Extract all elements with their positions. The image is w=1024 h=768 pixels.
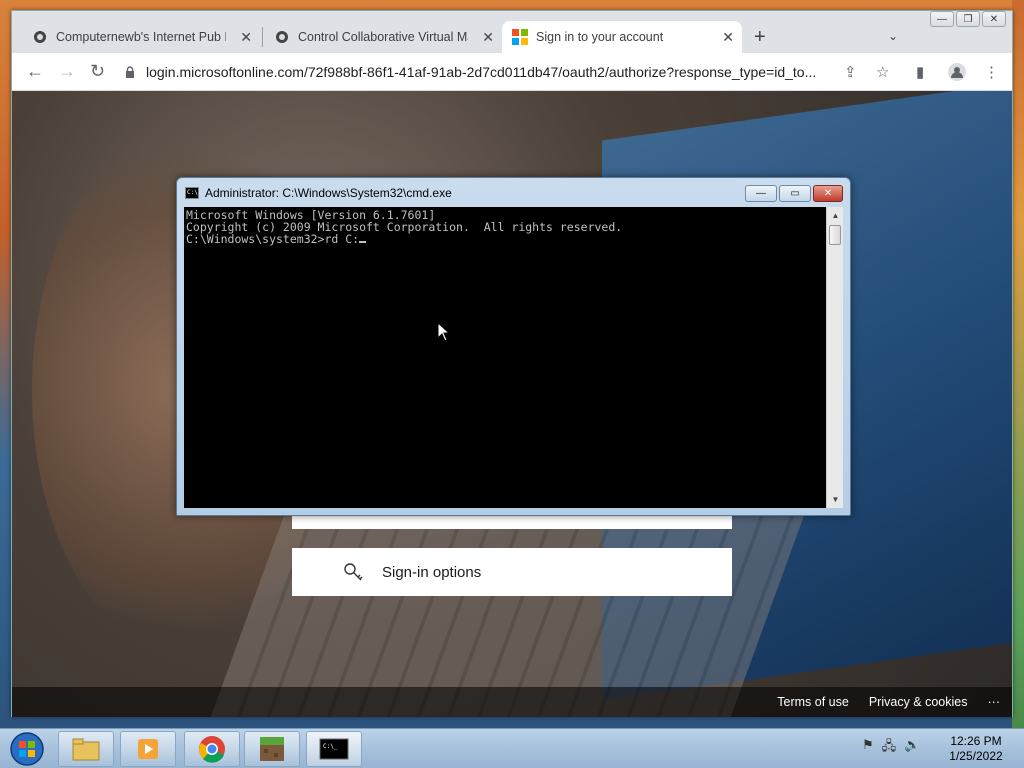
privacy-cookies-link[interactable]: Privacy & cookies bbox=[869, 695, 968, 709]
page-footer: Terms of use Privacy & cookies ··· bbox=[12, 687, 1012, 717]
address-bar[interactable]: login.microsoftonline.com/72f988bf-86f1-… bbox=[124, 58, 844, 86]
tab-title: Computernewb's Internet Pub Hub bbox=[56, 30, 226, 44]
windows-taskbar: C:\_ ⚑ 🖧 🔈 12:26 PM 1/25/2022 bbox=[0, 728, 1024, 768]
system-tray: ⚑ 🖧 🔈 bbox=[862, 737, 920, 759]
more-options-icon[interactable]: ··· bbox=[988, 695, 1001, 709]
tab-close-icon[interactable]: ✕ bbox=[482, 29, 494, 46]
maximize-button[interactable]: ❐ bbox=[956, 11, 980, 27]
tab-strip: Computernewb's Internet Pub Hub ✕ Contro… bbox=[12, 11, 1012, 53]
mouse-pointer-icon bbox=[437, 322, 451, 342]
text-cursor bbox=[359, 241, 367, 243]
network-icon[interactable]: 🖧 bbox=[882, 737, 897, 759]
minimize-button[interactable]: — bbox=[930, 11, 954, 27]
console-output[interactable]: Microsoft Windows [Version 6.1.7601] Copy… bbox=[184, 207, 826, 508]
lock-icon bbox=[126, 66, 134, 78]
tab-close-icon[interactable]: ✕ bbox=[722, 29, 734, 46]
microsoft-logo-icon bbox=[512, 29, 528, 45]
action-center-flag-icon[interactable]: ⚑ bbox=[862, 737, 874, 759]
taskbar-media-player[interactable] bbox=[120, 731, 176, 767]
tab-virtual-machine[interactable]: Control Collaborative Virtual Machine ✕ bbox=[264, 21, 502, 53]
sign-in-options-label: Sign-in options bbox=[382, 563, 482, 581]
tab-pub-hub[interactable]: Computernewb's Internet Pub Hub ✕ bbox=[22, 21, 260, 53]
cmd-scrollbar[interactable]: ▲ ▼ bbox=[826, 207, 843, 508]
cmd-app-icon: C:\ bbox=[185, 187, 199, 199]
close-button[interactable]: ✕ bbox=[982, 11, 1006, 27]
media-player-icon bbox=[138, 739, 158, 759]
window-controls: — ❐ ✕ bbox=[930, 11, 1006, 27]
computernewb-favicon-icon bbox=[34, 31, 46, 43]
sign-in-card-edge bbox=[292, 515, 732, 529]
tab-title: Control Collaborative Virtual Machine bbox=[298, 30, 468, 44]
console-prompt-line: C:\Windows\system32>rd C: bbox=[186, 233, 824, 245]
tab-close-icon[interactable]: ✕ bbox=[240, 29, 252, 46]
chrome-icon bbox=[199, 736, 225, 763]
menu-kebab-icon[interactable]: ⋮ bbox=[984, 63, 999, 81]
key-search-icon bbox=[344, 563, 363, 581]
taskbar-cmd[interactable]: C:\_ bbox=[306, 731, 362, 767]
svg-text:C:\_: C:\_ bbox=[323, 743, 338, 750]
tab-search-dropdown-icon[interactable]: ⌄ bbox=[888, 29, 898, 43]
browser-toolbar: ← → ↻ login.microsoftonline.com/72f988bf… bbox=[12, 53, 1012, 91]
minecraft-grass-block-icon bbox=[260, 737, 284, 761]
console-command: C:\Windows\system32>rd C: bbox=[186, 232, 360, 246]
cmd-icon: C:\_ bbox=[319, 738, 349, 760]
sign-in-options-button[interactable]: Sign-in options bbox=[292, 548, 732, 596]
taskbar-explorer[interactable] bbox=[58, 731, 114, 767]
folder-icon bbox=[72, 738, 100, 761]
cmd-minimize-button[interactable]: — bbox=[745, 185, 777, 202]
side-panel-icon[interactable]: ▮ bbox=[916, 63, 924, 81]
scroll-thumb[interactable] bbox=[829, 225, 841, 245]
tab-separator bbox=[262, 27, 263, 47]
scroll-down-arrow-icon[interactable]: ▼ bbox=[827, 491, 844, 508]
start-orb-icon[interactable] bbox=[4, 730, 50, 768]
taskbar-chrome[interactable] bbox=[184, 731, 240, 767]
tab-sign-in[interactable]: Sign in to your account ✕ bbox=[502, 21, 742, 53]
reload-icon[interactable]: ↻ bbox=[90, 62, 105, 80]
bookmark-star-icon[interactable]: ☆ bbox=[876, 63, 889, 81]
cmd-titlebar[interactable]: C:\ Administrator: C:\Windows\System32\c… bbox=[185, 186, 452, 200]
clock-time: 12:26 PM bbox=[950, 734, 1002, 748]
cmd-title-text: Administrator: C:\Windows\System32\cmd.e… bbox=[205, 186, 452, 200]
volume-icon[interactable]: 🔈 bbox=[904, 737, 920, 759]
taskbar-clock[interactable]: 12:26 PM 1/25/2022 bbox=[946, 734, 1006, 764]
cmd-maximize-button[interactable]: ▭ bbox=[779, 185, 811, 202]
back-arrow-icon[interactable]: ← bbox=[26, 62, 44, 80]
cmd-window[interactable]: C:\ Administrator: C:\Windows\System32\c… bbox=[176, 177, 851, 516]
terms-of-use-link[interactable]: Terms of use bbox=[777, 695, 849, 709]
taskbar-minecraft[interactable] bbox=[244, 731, 300, 767]
clock-date: 1/25/2022 bbox=[949, 749, 1003, 763]
scroll-up-arrow-icon[interactable]: ▲ bbox=[827, 207, 844, 224]
desktop-wallpaper-edge bbox=[1012, 0, 1024, 728]
url-text: login.microsoftonline.com/72f988bf-86f1-… bbox=[146, 64, 817, 80]
computernewb-favicon-icon bbox=[276, 31, 288, 43]
forward-arrow-icon[interactable]: → bbox=[58, 62, 76, 80]
tab-title: Sign in to your account bbox=[536, 30, 664, 44]
profile-avatar-icon[interactable] bbox=[948, 63, 966, 85]
new-tab-button[interactable]: + bbox=[754, 27, 766, 47]
share-icon[interactable]: ⇪ bbox=[844, 63, 857, 81]
cmd-close-button[interactable]: ✕ bbox=[813, 185, 843, 202]
